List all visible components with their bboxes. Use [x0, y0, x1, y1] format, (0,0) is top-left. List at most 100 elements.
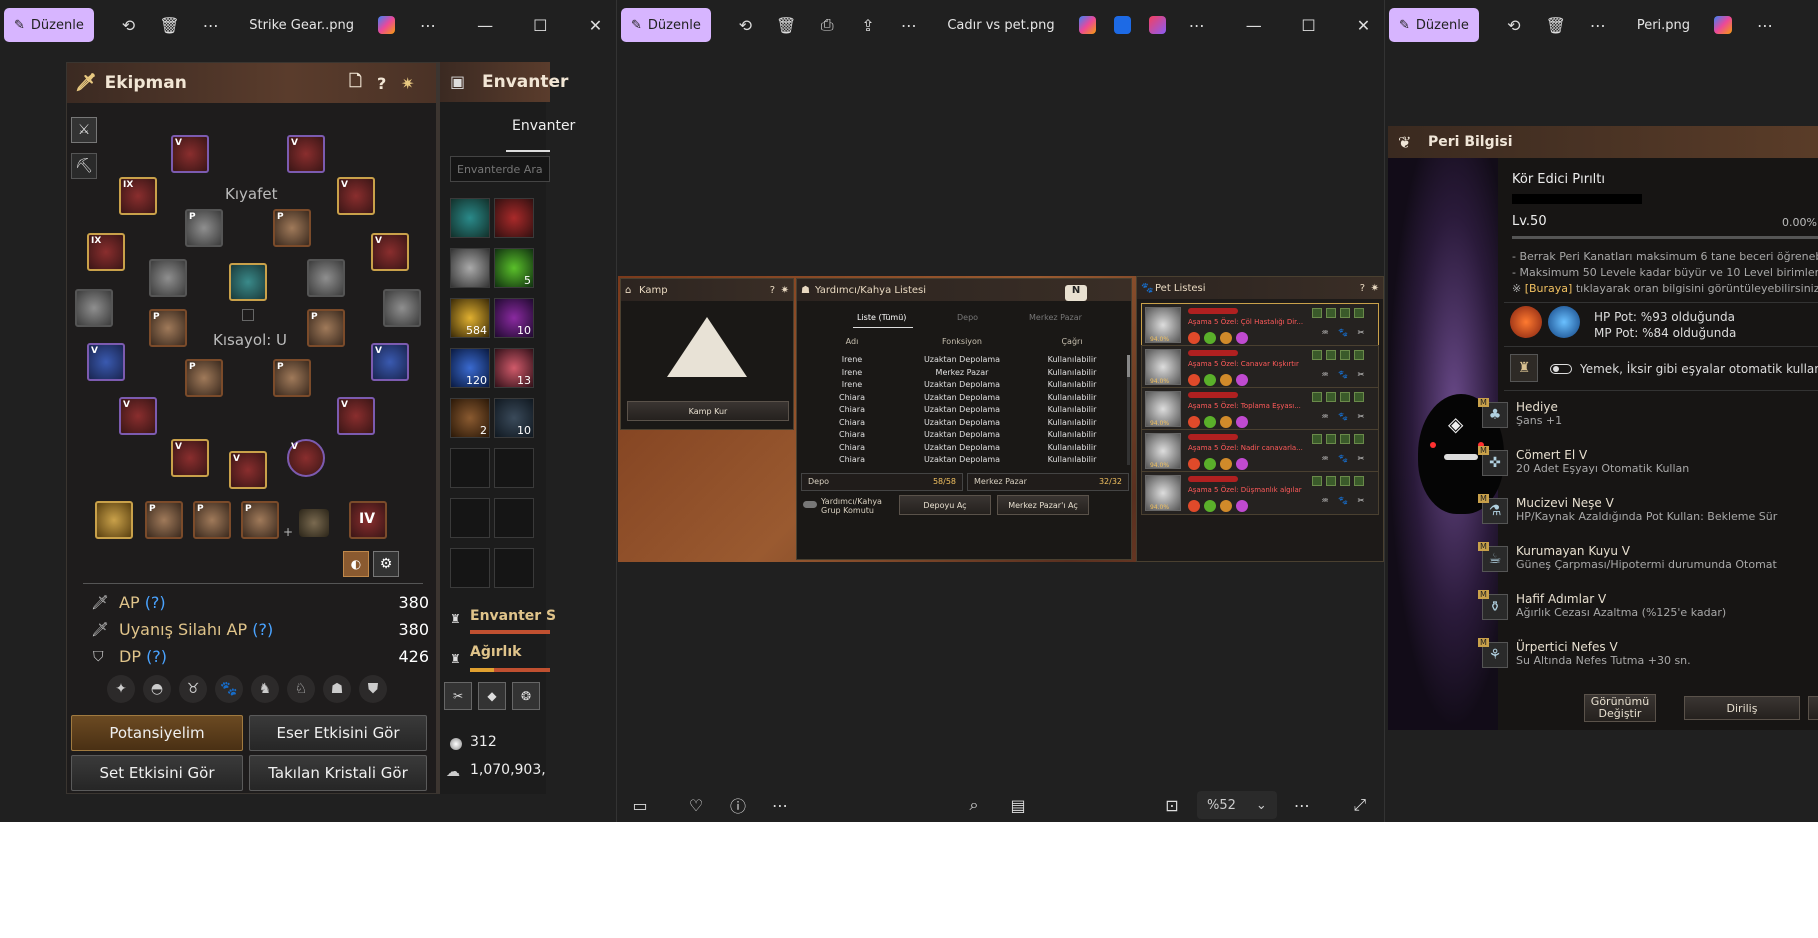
accessory-slot[interactable] [95, 501, 133, 539]
rotate-icon[interactable]: ⟲ [733, 12, 758, 38]
inventory-cell[interactable]: 584 [450, 298, 490, 338]
set-effect-button[interactable]: Set Etkisini Gör [71, 755, 243, 791]
inventory-cell[interactable]: 10 [494, 298, 534, 338]
pet-action-icon[interactable]: ✂ [1354, 412, 1368, 426]
more-icon[interactable]: ⋯ [1184, 12, 1209, 38]
costume-slot[interactable] [229, 263, 267, 301]
gear-slot[interactable]: V [337, 177, 375, 215]
pet-action-icon[interactable]: ♒ [1318, 370, 1332, 384]
gear-slot[interactable]: IX [119, 177, 157, 215]
skill-item[interactable]: ⚘ M Ürpertici Nefes V Su Altında Nefes Tutm… [1478, 638, 1816, 668]
more-icon[interactable]: ⋯ [896, 12, 921, 38]
inventory-cell[interactable] [494, 198, 534, 238]
pet-row[interactable]: Aşama 5 Özel: Toplama Eşyası... 94.0% ♒ 🐾 ✂ [1141, 387, 1379, 431]
shield-toggle-icon[interactable]: ◐ [343, 551, 369, 577]
maximize-icon[interactable]: ☐ [1296, 12, 1321, 38]
inventory-cell[interactable]: 5 [494, 248, 534, 288]
camp-setup-button[interactable]: Kamp Kur [627, 401, 789, 421]
table-row[interactable]: Chiara Uzaktan Depolama Kullanılabilir [797, 455, 1127, 464]
pet-action-icon[interactable]: ✂ [1354, 370, 1368, 384]
pet-action-icon[interactable]: 🐾 [1336, 454, 1350, 468]
pet-action-icon[interactable]: 🐾 [1336, 370, 1350, 384]
inventory-cell[interactable] [494, 498, 534, 538]
pet-action-icon[interactable]: ♒ [1318, 328, 1332, 342]
edit-button[interactable]: ✎ Düzenle [621, 8, 711, 42]
gear-slot[interactable]: V [171, 439, 209, 477]
gear-slot[interactable]: V [87, 343, 125, 381]
costume-slot[interactable] [149, 259, 187, 297]
table-row[interactable]: Chiara Uzaktan Depolama Kullanılabilir [797, 393, 1127, 402]
pet-action-icon[interactable]: ✂ [1354, 328, 1368, 342]
weapon-tab-icon[interactable]: ⚔ [71, 117, 97, 143]
share-icon[interactable]: ⇪ [856, 12, 881, 38]
artifact-effect-button[interactable]: Eser Etkisini Gör [249, 715, 427, 751]
more-icon[interactable]: ⋯ [1585, 12, 1611, 38]
pet-action-icon[interactable]: ♒ [1318, 496, 1332, 510]
crystal-button[interactable]: Takılan Kristali Gör [249, 755, 427, 791]
help-icon[interactable]: ? [377, 74, 386, 93]
gear-icon[interactable]: ✷ [781, 285, 789, 296]
buff-icon[interactable]: ✦ [107, 675, 135, 703]
inventory-tab[interactable]: Envanter [512, 118, 575, 134]
paw-icon[interactable]: 🐾 [215, 675, 243, 703]
print-icon[interactable]: ⎙ [815, 12, 840, 38]
gear-slot[interactable]: V [119, 397, 157, 435]
pet-row[interactable]: Aşama 5 Özel: Nadir canavarla... 94.0% ♒ 🐾 ✂ [1141, 429, 1379, 473]
gear-icon[interactable]: ✷ [401, 74, 414, 93]
open-market-button[interactable]: Merkez Pazar'ı Aç [997, 495, 1089, 515]
gear-slot[interactable]: V [371, 233, 409, 271]
copilot-icon[interactable] [1078, 16, 1096, 34]
inventory-cell[interactable] [494, 448, 534, 488]
hp-pot-icon[interactable] [1510, 306, 1542, 338]
filmstrip-icon[interactable]: ▭ [627, 792, 653, 818]
help-icon[interactable]: (?) [145, 593, 166, 612]
accessory-slot[interactable]: P [145, 501, 183, 539]
document-icon[interactable]: 🗋 [349, 70, 362, 97]
dragon-icon[interactable]: ♘ [287, 675, 315, 703]
group-toggle[interactable] [803, 501, 817, 508]
pet-action-icon[interactable]: ✂ [1354, 454, 1368, 468]
pet-row[interactable]: Aşama 5 Özel: Canavar Kışkırtır 94.0% ♒ 🐾 ✂ [1141, 345, 1379, 389]
text-scan-icon[interactable]: ▤ [1005, 792, 1031, 818]
table-row[interactable]: Chiara Uzaktan Depolama Kullanılabilir [797, 418, 1127, 427]
rotate-icon[interactable]: ⟲ [1501, 12, 1527, 38]
table-row[interactable]: Chiara Uzaktan Depolama Kullanılabilir [797, 430, 1127, 439]
auto-food-toggle[interactable] [1550, 364, 1572, 374]
inventory-cell[interactable]: 2 [450, 398, 490, 438]
horns-icon[interactable]: ♉ [179, 675, 207, 703]
inventory-cell[interactable]: 120 [450, 348, 490, 388]
inventory-cell[interactable]: 10 [494, 398, 534, 438]
accessory-slot[interactable]: P [241, 501, 279, 539]
pet-action-icon[interactable]: ♒ [1318, 412, 1332, 426]
mp-pot-icon[interactable] [1548, 306, 1580, 338]
info-icon[interactable]: ⓘ [725, 792, 751, 818]
skill-item[interactable]: ☕ M Kurumayan Kuyu V Güneş Çarpması/Hipoter… [1478, 542, 1816, 572]
tab-depot[interactable]: Depo [957, 313, 978, 322]
delete-icon[interactable]: 🗑 [774, 12, 799, 38]
table-row[interactable]: Irene Uzaktan Depolama Kullanılabilir [797, 355, 1127, 364]
skill-item[interactable]: ⚗ M Mucizevi Neşe V HP/Kaynak Azaldığında P… [1478, 494, 1816, 524]
horse-icon[interactable]: ♞ [251, 675, 279, 703]
gear-slot[interactable]: V [371, 343, 409, 381]
gear-slot[interactable] [383, 289, 421, 327]
gear-icon[interactable]: ✷ [1371, 283, 1379, 294]
tab-market[interactable]: Merkez Pazar [1029, 313, 1082, 322]
more-icon[interactable]: ⋯ [198, 12, 223, 38]
skill-item[interactable]: ✜ M Cömert El V 20 Adet Eşyayı Otomatik Kul… [1478, 446, 1816, 476]
pet-row[interactable]: Aşama 5 Özel: Düşmanlık algılar 94.0% ♒ 🐾 ✂ [1141, 471, 1379, 515]
pet-action-icon[interactable]: 🐾 [1336, 496, 1350, 510]
center-checkbox[interactable] [242, 309, 254, 321]
inventory-search-input[interactable] [450, 156, 550, 182]
inventory-cell[interactable] [494, 548, 534, 588]
gear-slot[interactable]: V [229, 451, 267, 489]
fullscreen-icon[interactable]: ⤢ [1347, 792, 1373, 818]
gear-slot[interactable]: V [287, 439, 325, 477]
copilot-icon[interactable] [378, 16, 396, 34]
more-icon[interactable]: ⋯ [1752, 12, 1778, 38]
accessory-slot[interactable]: IV [349, 501, 387, 539]
inventory-tool-icon[interactable]: ❂ [512, 682, 540, 710]
close-icon[interactable]: ✕ [583, 12, 608, 38]
inventory-tool-icon[interactable]: ◆ [478, 682, 506, 710]
change-appearance-button[interactable]: Görünümü Değiştir [1584, 694, 1656, 722]
gear-slot[interactable]: V [171, 135, 209, 173]
